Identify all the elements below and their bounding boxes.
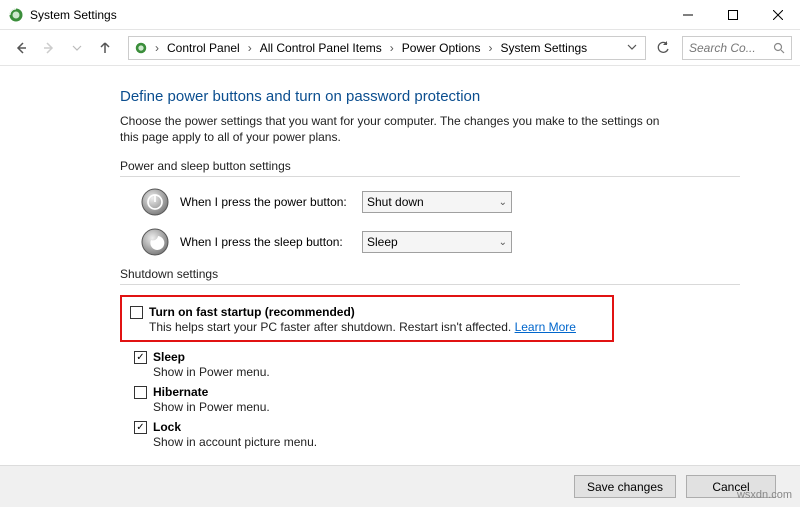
chevron-down-icon: ⌄ bbox=[499, 197, 507, 208]
chevron-right-icon[interactable]: › bbox=[242, 41, 258, 55]
navbar: › Control Panel › All Control Panel Item… bbox=[0, 30, 800, 66]
fast-startup-desc: This helps start your PC faster after sh… bbox=[149, 319, 604, 334]
maximize-button[interactable] bbox=[710, 0, 755, 30]
close-icon bbox=[773, 10, 783, 20]
fast-startup-option: Turn on fast startup (recommended) bbox=[130, 303, 604, 319]
sleep-button-label: When I press the sleep button: bbox=[180, 235, 352, 249]
chevron-right-icon[interactable]: › bbox=[482, 41, 498, 55]
chevron-right-icon[interactable]: › bbox=[149, 41, 165, 55]
recent-locations-button[interactable] bbox=[64, 35, 90, 61]
back-arrow-icon bbox=[13, 40, 29, 56]
lock-checkbox[interactable]: ✓ bbox=[134, 421, 147, 434]
forward-arrow-icon bbox=[41, 40, 57, 56]
save-changes-button[interactable]: Save changes bbox=[574, 475, 676, 498]
shutdown-section-header: Shutdown settings bbox=[120, 267, 740, 285]
lock-desc: Show in account picture menu. bbox=[153, 434, 780, 449]
breadcrumb-item-system-settings[interactable]: System Settings bbox=[498, 41, 589, 55]
breadcrumb-history-dropdown[interactable] bbox=[627, 41, 641, 55]
chevron-down-icon: ⌄ bbox=[499, 237, 507, 248]
search-placeholder: Search Co... bbox=[689, 41, 767, 55]
content-area: Define power buttons and turn on passwor… bbox=[0, 66, 800, 465]
breadcrumb[interactable]: › Control Panel › All Control Panel Item… bbox=[128, 36, 646, 60]
refresh-icon bbox=[656, 41, 670, 55]
breadcrumb-item-all-items[interactable]: All Control Panel Items bbox=[258, 41, 384, 55]
fast-startup-highlight: Turn on fast startup (recommended) This … bbox=[120, 295, 614, 342]
titlebar: System Settings bbox=[0, 0, 800, 30]
hibernate-checkbox[interactable] bbox=[134, 386, 147, 399]
up-arrow-icon bbox=[97, 40, 113, 56]
learn-more-link[interactable]: Learn More bbox=[515, 320, 576, 334]
minimize-button[interactable] bbox=[665, 0, 710, 30]
search-icon bbox=[773, 42, 785, 54]
lock-label: Lock bbox=[153, 420, 181, 434]
lock-option: ✓ Lock Show in account picture menu. bbox=[134, 418, 780, 449]
fast-startup-checkbox[interactable] bbox=[130, 306, 143, 319]
window-title: System Settings bbox=[30, 8, 117, 22]
power-section-header: Power and sleep button settings bbox=[120, 159, 740, 177]
fast-startup-label: Turn on fast startup (recommended) bbox=[149, 305, 355, 319]
cancel-button[interactable]: Cancel bbox=[686, 475, 776, 498]
power-button-label: When I press the power button: bbox=[180, 195, 352, 209]
breadcrumb-app-icon bbox=[133, 40, 149, 56]
sleep-button-value: Sleep bbox=[367, 235, 398, 249]
up-button[interactable] bbox=[92, 35, 118, 61]
refresh-button[interactable] bbox=[650, 36, 676, 60]
app-icon bbox=[8, 7, 24, 23]
footer: Save changes Cancel bbox=[0, 465, 800, 507]
hibernate-label: Hibernate bbox=[153, 385, 208, 399]
forward-button[interactable] bbox=[36, 35, 62, 61]
chevron-down-icon bbox=[627, 42, 637, 52]
sleep-button-icon bbox=[140, 227, 170, 257]
sleep-desc: Show in Power menu. bbox=[153, 364, 780, 379]
search-input[interactable]: Search Co... bbox=[682, 36, 792, 60]
page-title: Define power buttons and turn on passwor… bbox=[120, 88, 780, 105]
page-intro: Choose the power settings that you want … bbox=[120, 113, 680, 145]
breadcrumb-item-control-panel[interactable]: Control Panel bbox=[165, 41, 242, 55]
breadcrumb-item-power-options[interactable]: Power Options bbox=[400, 41, 483, 55]
power-button-icon bbox=[140, 187, 170, 217]
sleep-button-select[interactable]: Sleep ⌄ bbox=[362, 231, 512, 253]
power-button-value: Shut down bbox=[367, 195, 424, 209]
sleep-button-setting-row: When I press the sleep button: Sleep ⌄ bbox=[140, 227, 780, 257]
close-button[interactable] bbox=[755, 0, 800, 30]
chevron-right-icon[interactable]: › bbox=[384, 41, 400, 55]
chevron-down-icon bbox=[72, 43, 82, 53]
maximize-icon bbox=[728, 10, 738, 20]
hibernate-option: Hibernate Show in Power menu. bbox=[134, 383, 780, 414]
sleep-label: Sleep bbox=[153, 350, 185, 364]
sleep-option: ✓ Sleep Show in Power menu. bbox=[134, 348, 780, 379]
hibernate-desc: Show in Power menu. bbox=[153, 399, 780, 414]
minimize-icon bbox=[683, 10, 693, 20]
back-button[interactable] bbox=[8, 35, 34, 61]
power-button-select[interactable]: Shut down ⌄ bbox=[362, 191, 512, 213]
power-button-setting-row: When I press the power button: Shut down… bbox=[140, 187, 780, 217]
sleep-checkbox[interactable]: ✓ bbox=[134, 351, 147, 364]
